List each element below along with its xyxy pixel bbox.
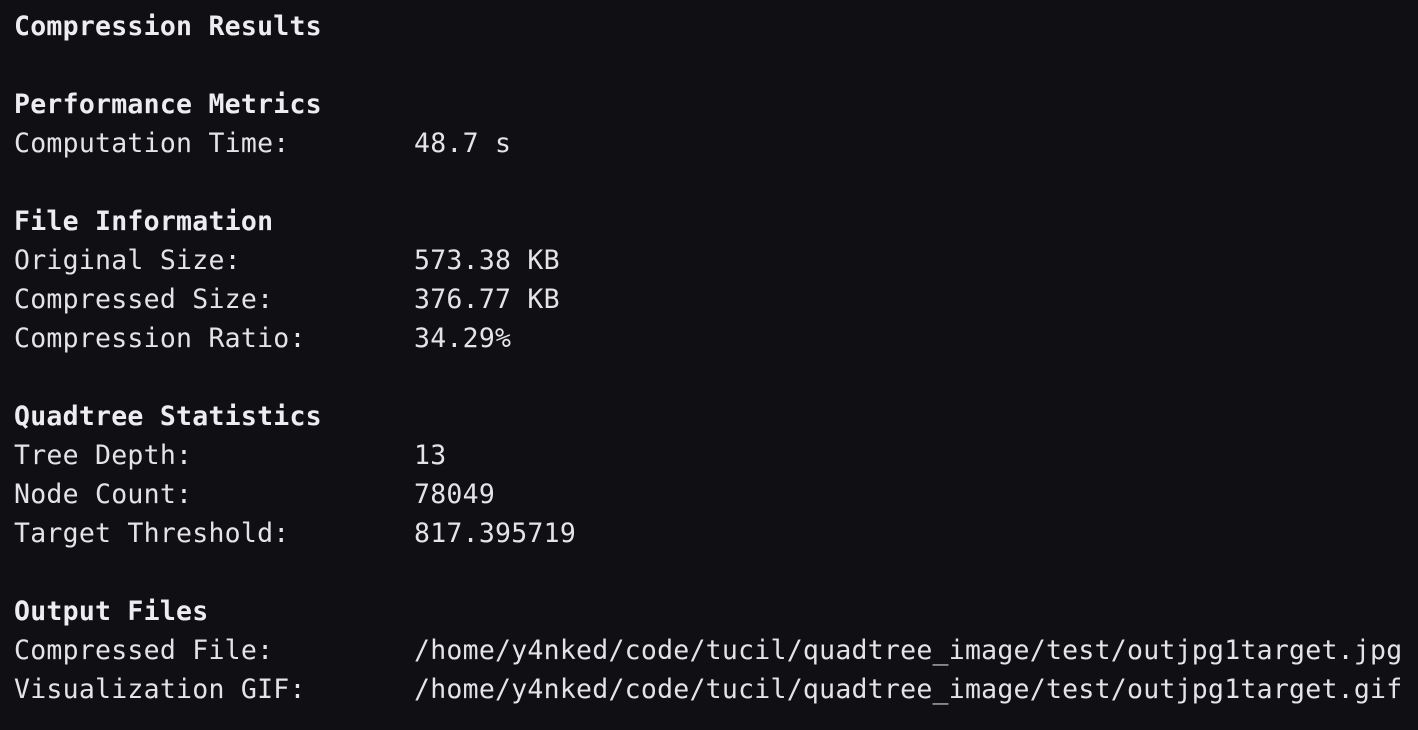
- compressed-file-label: Compressed File:: [14, 635, 274, 666]
- results-title: Compression Results: [14, 11, 322, 42]
- row-compression-ratio: Compression Ratio: 34.29%: [14, 319, 1418, 358]
- visualization-gif-path: /home/y4nked/code/tucil/quadtree_image/t…: [414, 674, 1403, 705]
- compression-ratio-value: 34.29%: [414, 323, 512, 354]
- compressed-size-label: Compressed Size:: [14, 284, 274, 315]
- row-computation-time: Computation Time: 48.7 s: [14, 124, 1418, 163]
- section-title-performance: Performance Metrics: [14, 89, 322, 120]
- original-size-value: 573.38 KB: [414, 245, 560, 276]
- section-title-file-information: File Information: [14, 206, 274, 237]
- row-compressed-size: Compressed Size: 376.77 KB: [14, 280, 1418, 319]
- section-title-output-files: Output Files: [14, 596, 209, 627]
- row-original-size: Original Size: 573.38 KB: [14, 241, 1418, 280]
- row-visualization-gif: Visualization GIF: /home/y4nked/code/tuc…: [14, 670, 1418, 709]
- row-node-count: Node Count: 78049: [14, 475, 1418, 514]
- node-count-value: 78049: [414, 479, 496, 510]
- node-count-label: Node Count:: [14, 479, 193, 510]
- row-compressed-file: Compressed File: /home/y4nked/code/tucil…: [14, 631, 1418, 670]
- computation-time-label: Computation Time:: [14, 128, 290, 159]
- tree-depth-label: Tree Depth:: [14, 440, 193, 471]
- tree-depth-value: 13: [414, 440, 447, 471]
- row-target-threshold: Target Threshold: 817.395719: [14, 514, 1418, 553]
- terminal-output: Compression Results Performance Metrics …: [14, 7, 1418, 730]
- compressed-size-value: 376.77 KB: [414, 284, 560, 315]
- computation-time-value: 48.7 s: [414, 128, 512, 159]
- compressed-file-path: /home/y4nked/code/tucil/quadtree_image/t…: [414, 635, 1403, 666]
- original-size-label: Original Size:: [14, 245, 241, 276]
- target-threshold-label: Target Threshold:: [14, 518, 290, 549]
- visualization-gif-label: Visualization GIF:: [14, 674, 306, 705]
- row-tree-depth: Tree Depth: 13: [14, 436, 1418, 475]
- compression-ratio-label: Compression Ratio:: [14, 323, 306, 354]
- section-title-quadtree-statistics: Quadtree Statistics: [14, 401, 322, 432]
- target-threshold-value: 817.395719: [414, 518, 577, 549]
